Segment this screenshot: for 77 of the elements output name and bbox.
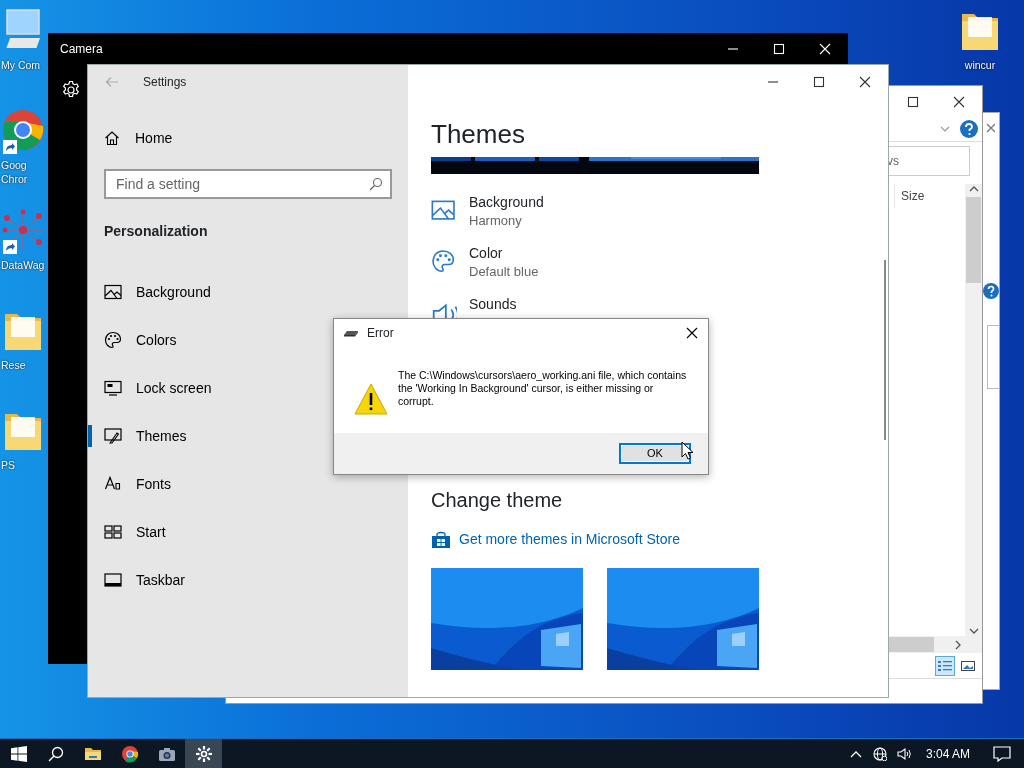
close-icon <box>859 75 871 88</box>
vertical-scrollbar[interactable] <box>965 184 982 636</box>
windows-logo-icon <box>10 745 27 762</box>
browser-icon <box>120 744 139 763</box>
section-heading: Personalization <box>104 222 209 241</box>
icon-label: wincur <box>964 58 996 72</box>
close-icon[interactable] <box>985 123 996 133</box>
palette-icon <box>431 249 457 273</box>
settings-icon[interactable] <box>61 80 81 100</box>
nav-item[interactable]: Fonts <box>136 473 171 495</box>
icon-label: Rese <box>1 358 26 372</box>
setting-title[interactable]: Background <box>469 194 544 211</box>
monitor-icon <box>104 379 122 397</box>
search-icon[interactable] <box>369 177 383 191</box>
maximize-icon <box>907 96 919 108</box>
dialog-title: Error <box>367 325 394 342</box>
ok-button[interactable]: OK <box>619 443 691 464</box>
palette-icon <box>104 331 122 349</box>
nav-item[interactable]: Start <box>136 521 166 543</box>
close-icon <box>819 43 831 55</box>
clock[interactable]: 3:04 AM <box>915 744 980 763</box>
image-icon <box>431 198 457 222</box>
panel-edge <box>987 325 999 389</box>
scroll-up-icon[interactable] <box>968 184 979 194</box>
close-icon <box>953 96 965 108</box>
horizontal-scrollbar[interactable] <box>887 636 982 653</box>
scroll-right-icon[interactable] <box>954 639 962 650</box>
store-link[interactable]: Get more themes in Microsoft Store <box>459 529 680 550</box>
store-icon <box>431 530 451 549</box>
icon-label: Chror <box>1 172 28 186</box>
speech-bubble-icon <box>993 745 1011 762</box>
taskbar-icon <box>104 571 122 589</box>
search-icon <box>47 745 64 762</box>
icon-label: Goog <box>1 158 27 172</box>
window-title: Settings <box>143 73 187 91</box>
nav-item[interactable]: Colors <box>136 329 177 351</box>
mouse-pointer-icon <box>681 441 693 460</box>
globe-icon <box>872 746 887 761</box>
app-icon <box>343 329 359 337</box>
nav-item[interactable]: Lock screen <box>136 377 212 399</box>
speaker-icon <box>896 746 911 761</box>
icon-label: My Com <box>1 58 41 72</box>
help-icon[interactable] <box>982 283 999 299</box>
nav-item[interactable]: Themes <box>136 425 187 447</box>
home-link[interactable]: Home <box>135 127 173 149</box>
fonts-icon <box>104 475 122 493</box>
warning-icon <box>354 383 388 415</box>
search-field[interactable]: Find a setting <box>104 169 392 199</box>
nav-item[interactable]: Background <box>136 281 211 303</box>
preview-icon <box>961 659 975 672</box>
icon-label: PS <box>1 458 15 472</box>
details-icon <box>938 659 952 672</box>
gear-icon <box>194 744 213 763</box>
scrollbar-thumb[interactable] <box>966 197 981 283</box>
setting-title[interactable]: Color <box>469 245 539 262</box>
icon-label: DataWag <box>1 258 45 272</box>
maximize-icon <box>813 75 825 88</box>
home-icon <box>104 130 120 146</box>
scrollbar[interactable] <box>884 260 886 440</box>
settings-button[interactable] <box>185 739 222 768</box>
scroll-down-icon[interactable] <box>968 626 979 636</box>
page-heading: Themes <box>431 118 526 151</box>
brush-icon <box>104 427 122 445</box>
setting-value: Harmony <box>469 212 523 230</box>
chevron-down-icon[interactable] <box>940 125 950 132</box>
image-icon <box>104 283 122 301</box>
maximize-icon <box>773 43 785 55</box>
error-message: The C:\Windows\cursors\aero_working.ani file, which contains the 'Working In Background' cursor, is either missing or corrupt. <box>398 369 688 409</box>
setting-value: Default blue <box>469 263 539 281</box>
window-title: Camera <box>60 41 103 58</box>
setting-title[interactable]: Sounds <box>469 296 517 313</box>
details-view-button[interactable] <box>935 655 955 676</box>
close-icon <box>686 327 698 339</box>
start-icon <box>104 523 122 541</box>
help-icon[interactable] <box>960 119 978 138</box>
section-heading: Change theme <box>431 488 564 513</box>
nav-item[interactable]: Taskbar <box>136 569 186 591</box>
